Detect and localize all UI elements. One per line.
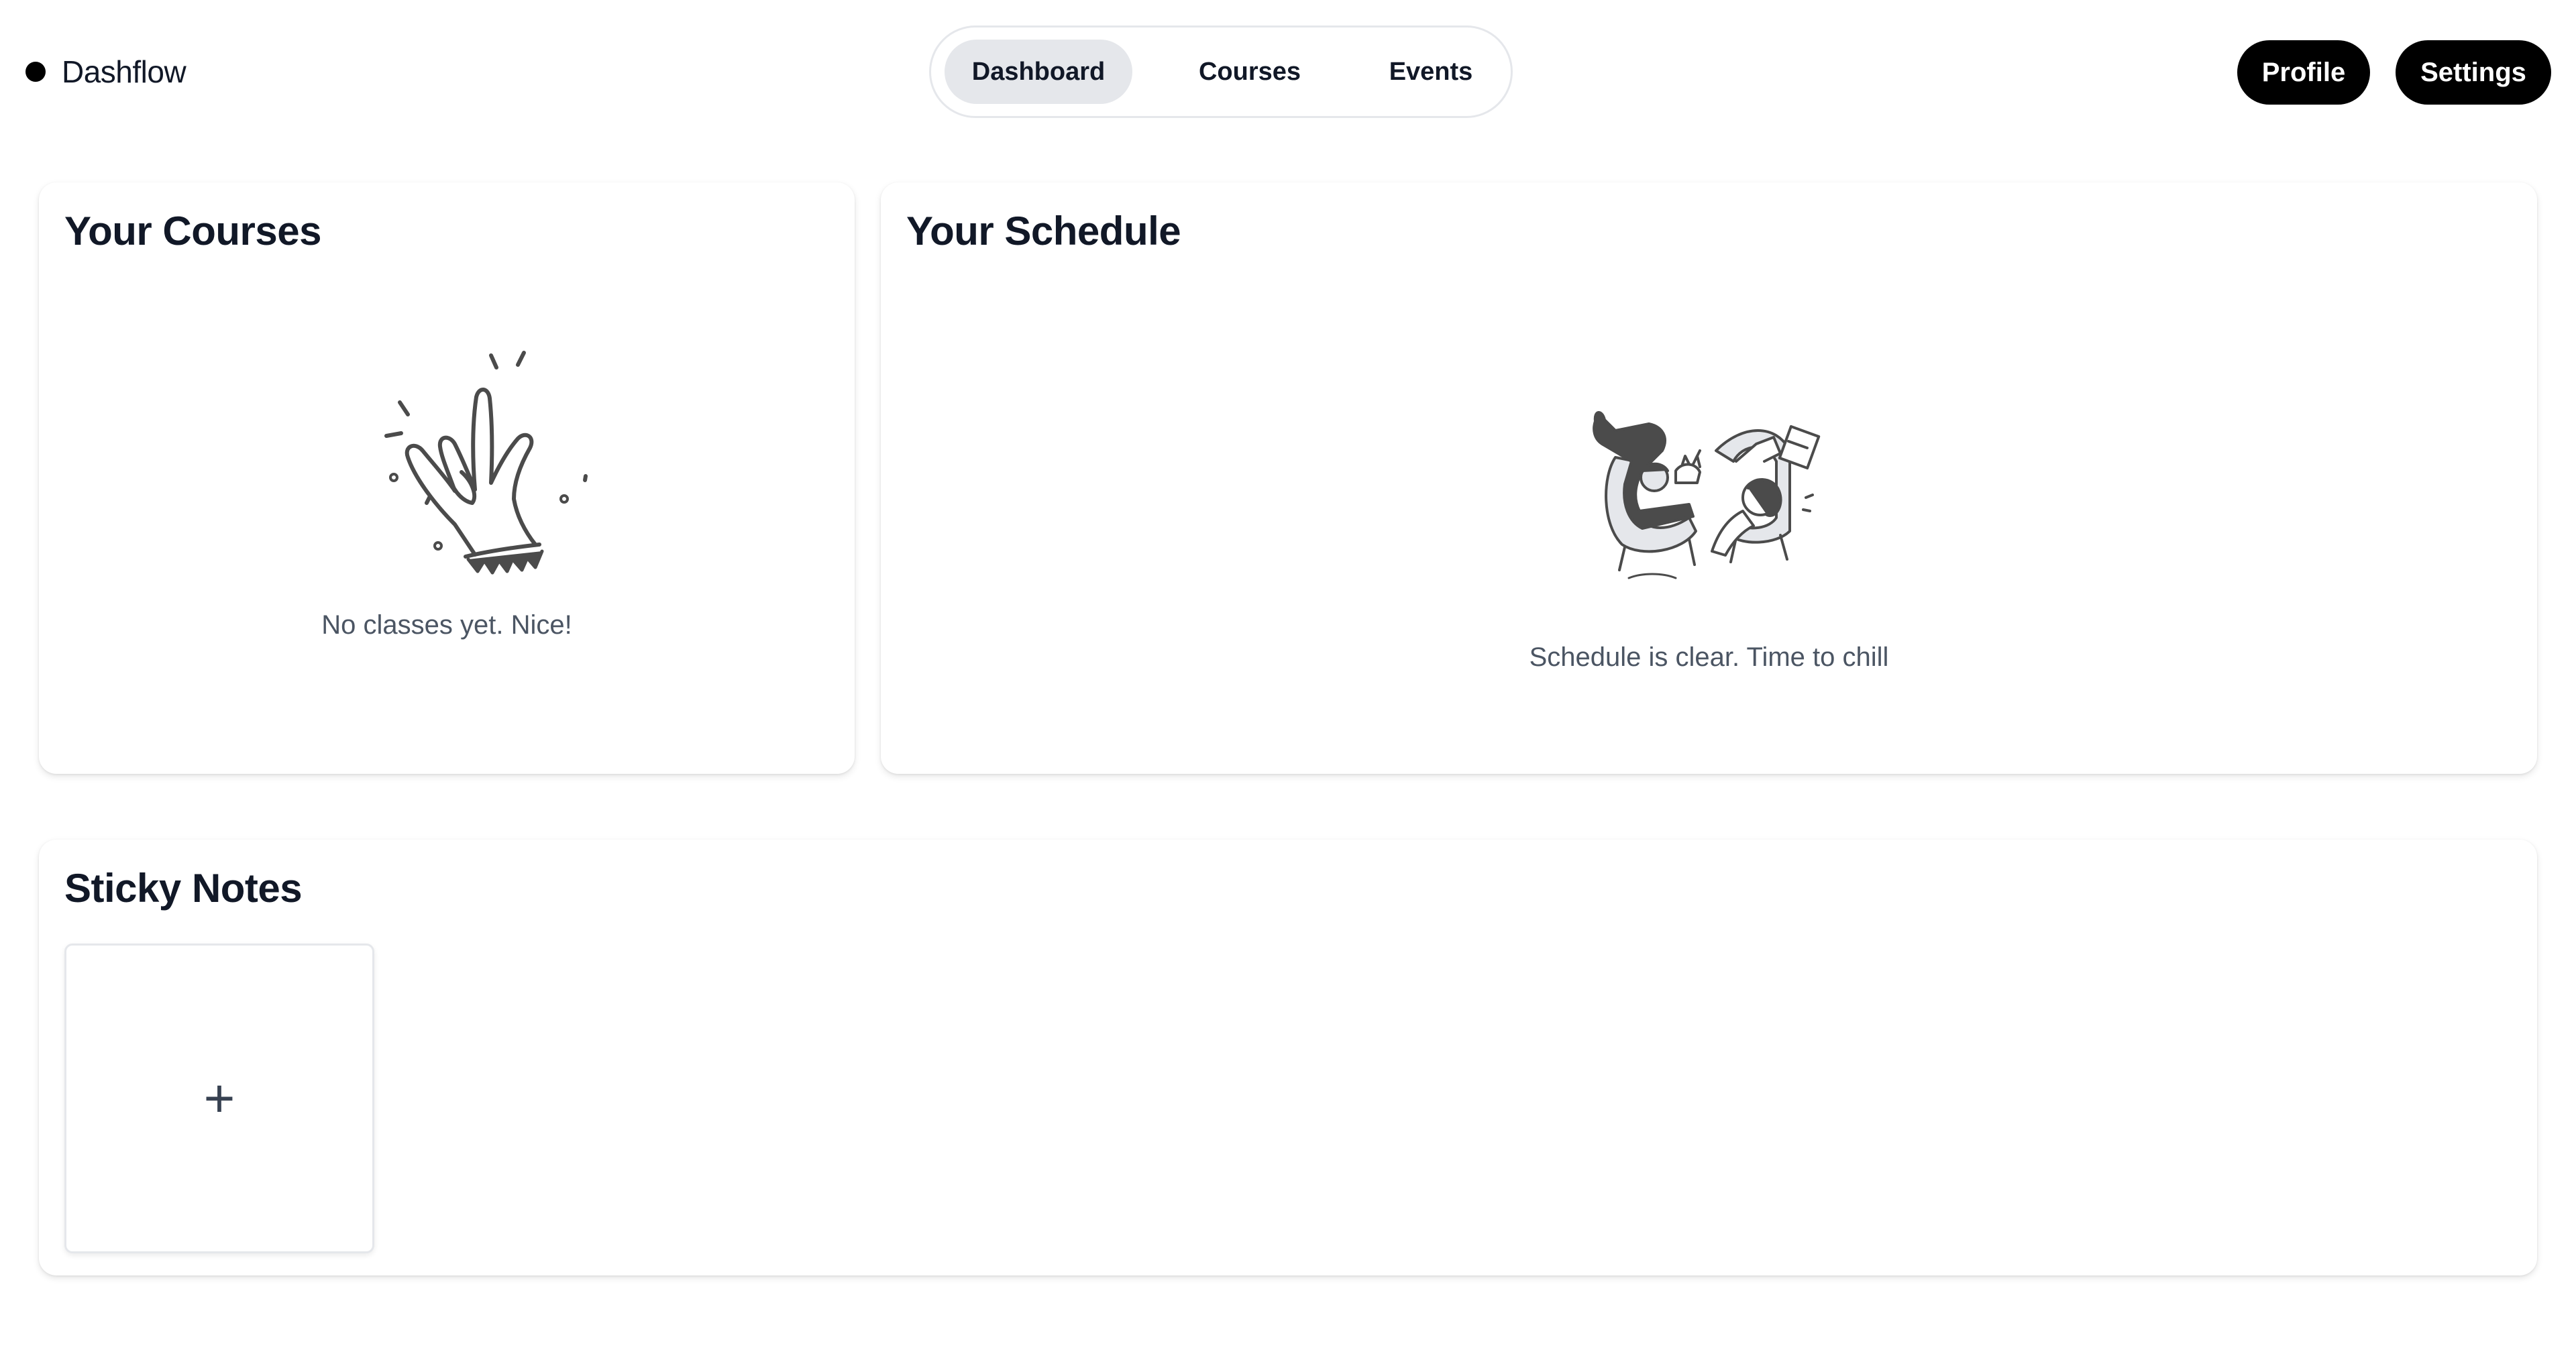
tab-dashboard[interactable]: Dashboard	[945, 40, 1132, 104]
plus-icon: +	[203, 1068, 235, 1128]
main-nav: Dashboard Courses Events	[929, 25, 1513, 118]
schedule-empty-text: Schedule is clear. Time to chill	[1529, 642, 1889, 672]
courses-card: Your Courses No classes yet. Nice!	[39, 182, 855, 774]
schedule-card-title: Your Schedule	[906, 209, 1181, 253]
add-note-button[interactable]: +	[64, 944, 374, 1253]
top-header: Dashflow Dashboard Courses Events Profil…	[0, 0, 2576, 145]
brand-dot-icon	[25, 62, 46, 82]
sticky-notes-title: Sticky Notes	[64, 866, 303, 911]
tab-events[interactable]: Events	[1367, 40, 1495, 104]
tab-courses[interactable]: Courses	[1132, 40, 1367, 104]
courses-empty-text: No classes yet. Nice!	[321, 610, 572, 640]
relaxing-people-illustration-icon	[1575, 397, 1830, 598]
waving-hand-illustration-icon	[334, 323, 616, 578]
settings-button[interactable]: Settings	[2396, 40, 2551, 105]
brand[interactable]: Dashflow	[25, 48, 186, 95]
schedule-card: Your Schedule Schedule is clear. Time to…	[881, 182, 2537, 774]
sticky-notes-card: Sticky Notes +	[39, 840, 2537, 1275]
brand-name: Dashflow	[62, 54, 186, 89]
courses-card-title: Your Courses	[64, 209, 321, 253]
profile-button[interactable]: Profile	[2237, 40, 2370, 105]
